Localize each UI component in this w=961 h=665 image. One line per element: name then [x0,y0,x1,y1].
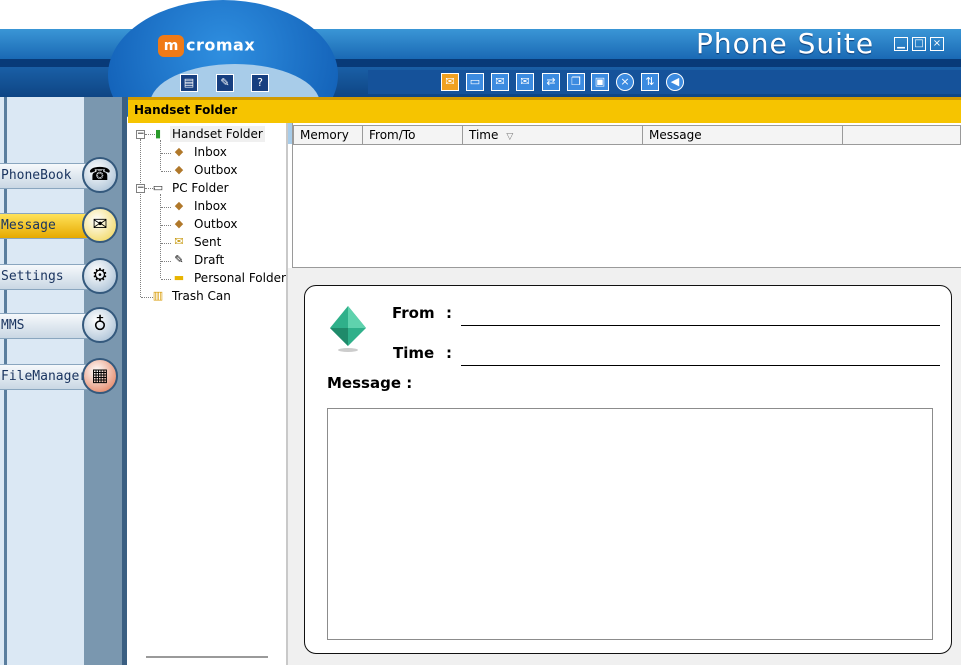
new-message-button[interactable]: ✉ [441,73,459,91]
brand-logo: m cromax [158,32,278,58]
minimize-button[interactable]: ▁ [894,37,908,51]
handset-icon: ▮ [154,127,162,140]
from-field [461,325,940,326]
column-header-time[interactable]: Time ▽ [463,125,643,145]
delete-icon: × [620,75,630,88]
message-body[interactable] [327,408,933,640]
tree-scrollbar[interactable] [146,656,268,658]
nav-item-label: MMS [1,318,25,333]
tree-connector [140,139,141,297]
tree-connector [160,140,161,170]
nav-item-label: PhoneBook [1,168,72,183]
edit-button[interactable]: ✎ [216,74,234,92]
tree-item-personal-folder[interactable]: Personal Folder [194,270,286,286]
refresh-button[interactable]: ◀ [666,73,684,91]
time-label: Time [393,344,435,362]
time-colon: : [446,344,452,362]
column-header-filler [843,125,961,145]
send-icon: ✉ [495,75,505,88]
column-header-from-to[interactable]: From/To [363,125,463,145]
tree-item-pc-folder[interactable]: PC Folder [172,180,229,196]
sort-icon: ⇅ [645,75,655,88]
nav-item-label: Message [1,218,56,233]
help-button[interactable]: ? [251,74,269,92]
nav-stripe [122,97,127,665]
refresh-icon: ◀ [670,75,680,88]
settings-icon[interactable]: ⚙ [82,258,118,294]
receive-icon: ✉ [520,75,530,88]
copy-icon: ❐ [571,75,581,88]
trash-icon: ▥ [152,289,164,302]
outbox-icon: ◆ [174,163,184,176]
transfer-button[interactable]: ⇄ [542,73,560,91]
tree-connector [161,243,171,244]
column-header-memory[interactable]: Memory [293,125,363,145]
tree-item-pc-outbox[interactable]: Outbox [194,216,237,232]
time-field [461,365,940,366]
tree-item-pc-inbox[interactable]: Inbox [194,198,227,214]
folder-header-title: Handset Folder [134,103,238,117]
open-button[interactable]: ▭ [466,73,484,91]
inbox-icon: ◆ [174,199,184,212]
copy-button[interactable]: ❐ [567,73,585,91]
minimize-icon: ▁ [897,38,905,49]
tree-connector [161,279,171,280]
sort-descending-icon: ▽ [506,132,514,142]
column-header-message[interactable]: Message [643,125,843,145]
draft-icon: ✎ [174,253,184,266]
send-button[interactable]: ✉ [491,73,509,91]
message-label: Message : [327,374,413,392]
maximize-icon: □ [914,38,924,49]
outbox-icon: ◆ [174,217,184,230]
inbox-icon: ◆ [174,145,184,158]
from-label: From [392,304,435,322]
phone-icon[interactable]: ☎ [82,157,118,193]
tree-connector [161,153,171,154]
nav-item-label: Settings [1,269,64,284]
tree-connector [161,171,171,172]
open-icon: ▭ [469,75,481,88]
tree-connector [161,261,171,262]
computer-icon: ▭ [152,181,164,194]
delete-button[interactable]: × [616,73,634,91]
new-message-icon: ✉ [445,75,455,88]
edit-icon: ✎ [220,76,230,89]
tree-connector [161,207,171,208]
tree-expander[interactable]: − [136,130,145,139]
brand-text: cromax [186,35,256,55]
help-icon: ? [257,76,263,89]
maximize-button[interactable]: □ [912,37,926,51]
sent-icon: ✉ [174,235,184,248]
tree-item-handset-folder[interactable]: Handset Folder [170,126,265,142]
close-icon: × [932,38,942,49]
close-button[interactable]: × [930,37,944,51]
nav-item-label: FileManager [1,369,88,384]
tree-connector [161,225,171,226]
envelope-icon[interactable]: ✉ [82,207,118,243]
sort-button[interactable]: ⇅ [641,73,659,91]
folder-header [128,97,961,123]
transfer-icon: ⇄ [546,75,556,88]
tree-item-trash-can[interactable]: Trash Can [172,288,231,304]
app-title: Phone Suite [696,27,875,60]
from-colon: : [446,304,452,322]
brand-mark: m [158,34,184,57]
message-crystal-icon [330,306,366,354]
tree-expander[interactable]: − [136,184,145,193]
file-cabinet-icon[interactable]: ▦ [82,358,118,394]
column-header-label: Time [469,128,499,142]
folder-icon: ▬ [173,271,185,284]
paste-button[interactable]: ▣ [591,73,609,91]
clipboard-button[interactable]: ▤ [180,74,198,92]
tree-item-pc-sent[interactable]: Sent [194,234,221,250]
clipboard-icon: ▤ [183,76,195,89]
tree-item-handset-outbox[interactable]: Outbox [194,162,237,178]
balloon-icon[interactable]: ♁ [82,307,118,343]
receive-button[interactable]: ✉ [516,73,534,91]
tree-item-handset-inbox[interactable]: Inbox [194,144,227,160]
message-body-text [328,409,932,417]
tree-item-pc-draft[interactable]: Draft [194,252,224,268]
paste-icon: ▣ [594,75,606,88]
